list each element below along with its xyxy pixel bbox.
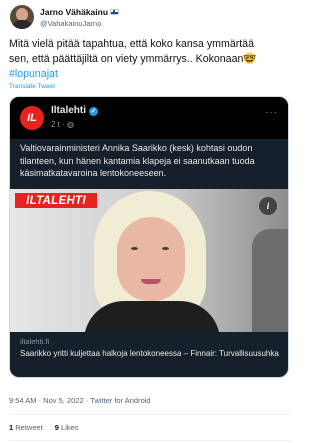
divider-bottom bbox=[9, 440, 291, 441]
hashtag-link[interactable]: #lopunajat bbox=[9, 68, 58, 80]
person-eye-left bbox=[131, 247, 138, 250]
card-meta: 2 t · ◍ bbox=[51, 120, 74, 129]
iltalehti-logo-icon[interactable]: IL bbox=[20, 106, 44, 130]
likes-label[interactable]: Likes bbox=[61, 423, 79, 432]
verified-badge-icon: ✓ bbox=[89, 107, 99, 116]
tweet-timestamp[interactable]: 9:54 AM · Nov 5, 2022 · Twitter for Andr… bbox=[9, 396, 151, 405]
tweet-stats: 1 Retweet 9 Likes bbox=[9, 423, 79, 432]
info-icon[interactable]: i bbox=[259, 197, 277, 215]
iltalehti-watermark: ILTALEHTI bbox=[15, 193, 97, 208]
person-face bbox=[117, 217, 185, 301]
translate-tweet-link[interactable]: Translate Tweet bbox=[9, 83, 55, 90]
nerd-face-emoji: 🤓 bbox=[243, 53, 257, 65]
author-display-name[interactable]: Jarno Vähäkainu bbox=[40, 7, 108, 17]
tweet-text-line-2: sen, että päättäjiltä on viety ymmärrys.… bbox=[9, 53, 244, 65]
retweet-count[interactable]: 1 bbox=[9, 423, 13, 432]
globe-icon: ◍ bbox=[67, 120, 74, 129]
author-names: Jarno Vähäkainu @VahakainuJarno bbox=[40, 5, 120, 29]
card-header: IL Iltalehti ✓ 2 t · ◍ ··· bbox=[10, 97, 288, 139]
card-title[interactable]: Saarikko yritti kuljettaa halkoja lentok… bbox=[20, 348, 282, 359]
card-domain: iltalehti.fi bbox=[20, 337, 50, 346]
finland-flag-icon bbox=[110, 9, 120, 15]
quoted-tweet-card[interactable]: IL Iltalehti ✓ 2 t · ◍ ··· Valtiovarainmi… bbox=[9, 96, 289, 378]
divider-top bbox=[9, 414, 291, 415]
avatar-body bbox=[12, 20, 32, 29]
more-options-icon[interactable]: ··· bbox=[265, 107, 278, 118]
person-mouth bbox=[141, 279, 161, 284]
card-text: Valtiovarainministeri Annika Saarikko (k… bbox=[20, 143, 255, 178]
retweet-label[interactable]: Retweet bbox=[15, 423, 43, 432]
author-handle[interactable]: @VahakainuJarno bbox=[40, 18, 119, 29]
avatar[interactable] bbox=[10, 5, 34, 29]
person-eye-right bbox=[162, 247, 169, 250]
likes-count[interactable]: 9 bbox=[55, 423, 59, 432]
background-figure bbox=[252, 229, 288, 332]
tweet-text-line-1: Mitä vielä pitää tapahtua, että koko kan… bbox=[9, 38, 254, 50]
article-photo[interactable]: ILTALEHTI i bbox=[10, 189, 288, 332]
tweet-text: Mitä vielä pitää tapahtua, että koko kan… bbox=[9, 37, 294, 82]
tweet-header: Jarno Vähäkainu @VahakainuJarno bbox=[10, 5, 120, 29]
card-source-name[interactable]: Iltalehti ✓ bbox=[51, 105, 99, 116]
person-body bbox=[84, 301, 220, 332]
